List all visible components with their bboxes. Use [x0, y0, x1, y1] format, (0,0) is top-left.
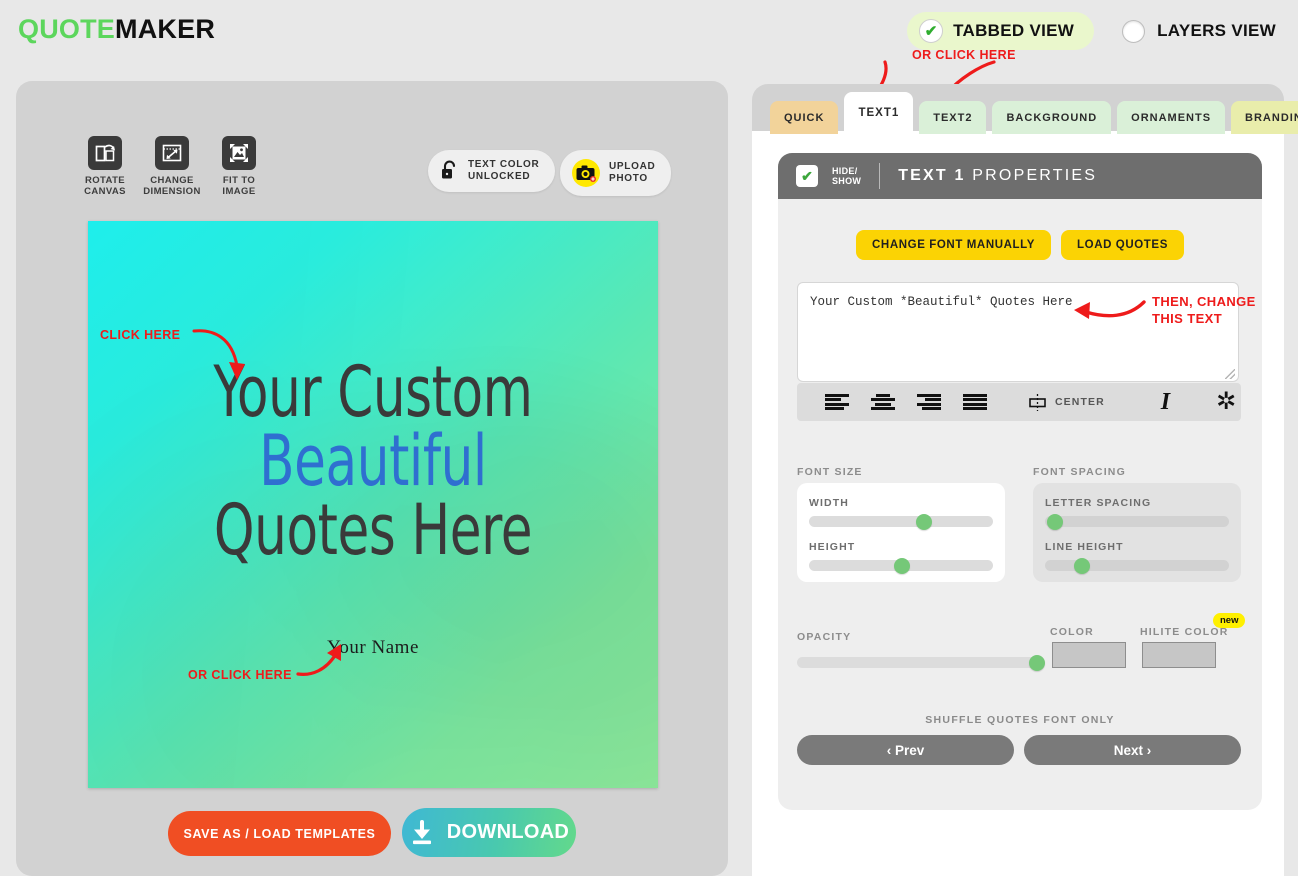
- quote-textarea-value: Your Custom *Beautiful* Quotes Here: [810, 295, 1073, 309]
- opacity-label: OPACITY: [797, 631, 852, 643]
- italic-icon[interactable]: I: [1161, 389, 1170, 416]
- height-slider-label: HEIGHT: [809, 541, 856, 553]
- tool-fit-to-image-label: FIT TO IMAGE: [222, 175, 256, 197]
- change-dimension-icon: [155, 136, 189, 170]
- font-action-row: CHANGE FONT MANUALLY LOAD QUOTES: [778, 230, 1262, 260]
- tool-change-dimension-label: CHANGE DIMENSION: [143, 175, 201, 197]
- line-height-slider-label: LINE HEIGHT: [1045, 541, 1124, 553]
- page-title: QUOTEMAKER: [18, 14, 215, 45]
- tab-quick[interactable]: QUICK: [770, 101, 839, 134]
- hint-then-change-text: THEN, CHANGE THIS TEXT: [1152, 294, 1256, 326]
- text-color-lock-button[interactable]: TEXT COLOR UNLOCKED: [428, 150, 556, 192]
- properties-header: ✔ HIDE/SHOW TEXT 1 PROPERTIES: [778, 153, 1262, 199]
- letter-spacing-slider-knob[interactable]: [1046, 513, 1063, 530]
- save-load-templates-button[interactable]: SAVE AS / LOAD TEMPLATES: [168, 811, 391, 856]
- hilite-color-swatch[interactable]: [1142, 642, 1216, 668]
- asterisk-icon[interactable]: ✲: [1216, 390, 1236, 414]
- canvas-tools: ROTATE CANVAS CHANGE DIMENSION FIT TO IM…: [82, 136, 262, 197]
- tab-text1[interactable]: TEXT1: [844, 92, 914, 134]
- canvas-signature-text[interactable]: Your Name: [88, 637, 658, 659]
- align-center-icon[interactable]: [871, 394, 895, 410]
- font-size-section-label: FONT SIZE: [797, 466, 863, 478]
- header-divider: [879, 163, 881, 189]
- align-left-icon[interactable]: [825, 394, 849, 410]
- color-swatch[interactable]: [1052, 642, 1126, 668]
- quote-line-3: Quotes Here: [213, 489, 533, 571]
- shuffle-label: SHUFFLE QUOTES FONT ONLY: [925, 714, 1115, 726]
- layers-view-toggle[interactable]: LAYERS VIEW: [1122, 19, 1276, 43]
- prev-button[interactable]: ‹ Prev: [797, 735, 1014, 765]
- hint-or-click-here-canvas: OR CLICK HERE: [188, 668, 292, 682]
- height-slider[interactable]: [809, 557, 993, 574]
- app-root: QUOTEMAKER ✔ TABBED VIEW LAYERS VIEW OR …: [0, 0, 1298, 876]
- arrow-click-here-icon: [192, 329, 245, 380]
- properties-title-light: PROPERTIES: [972, 167, 1098, 184]
- properties-tabs: QUICK TEXT1 TEXT2 BACKGROUND ORNAMENTS B…: [770, 92, 1298, 134]
- text-align-toolbar: CENTER I ✲: [797, 383, 1241, 421]
- hide-show-checkbox[interactable]: ✔: [796, 165, 818, 187]
- tool-fit-to-image[interactable]: FIT TO IMAGE: [216, 136, 262, 197]
- line-height-slider[interactable]: [1045, 557, 1229, 574]
- properties-title: TEXT 1 PROPERTIES: [898, 167, 1097, 185]
- hide-show-label: HIDE/SHOW: [832, 166, 862, 186]
- width-slider-knob[interactable]: [915, 513, 932, 530]
- tabbed-view-toggle[interactable]: ✔ TABBED VIEW: [907, 12, 1095, 50]
- layers-view-label: LAYERS VIEW: [1157, 21, 1276, 40]
- align-right-icon[interactable]: [917, 394, 941, 410]
- arrow-or-click-here-icon: [296, 644, 341, 676]
- letter-spacing-slider[interactable]: [1045, 513, 1229, 530]
- unlock-icon: [442, 160, 456, 179]
- tab-background[interactable]: BACKGROUND: [992, 101, 1112, 134]
- hint-click-here: CLICK HERE: [100, 328, 181, 342]
- change-font-manually-button[interactable]: CHANGE FONT MANUALLY: [856, 230, 1052, 260]
- tab-branding[interactable]: BRANDING: [1231, 101, 1298, 134]
- upload-photo-label: UPLOAD PHOTO: [609, 161, 656, 184]
- align-justify-icon[interactable]: [963, 394, 987, 410]
- line-height-slider-knob[interactable]: [1074, 557, 1091, 574]
- color-label: COLOR: [1050, 626, 1094, 638]
- height-slider-knob[interactable]: [893, 557, 910, 574]
- opacity-slider-knob[interactable]: [1028, 654, 1045, 671]
- tab-text2[interactable]: TEXT2: [919, 101, 987, 134]
- font-spacing-card: LETTER SPACING LINE HEIGHT: [1033, 483, 1241, 582]
- resize-grip-icon[interactable]: [1225, 369, 1235, 379]
- quote-line-2: Beautiful: [259, 420, 487, 502]
- download-button[interactable]: DOWNLOAD: [402, 808, 576, 857]
- view-mode-toggle-group: ✔ TABBED VIEW LAYERS VIEW: [907, 12, 1276, 50]
- vertical-align-control[interactable]: CENTER: [1027, 394, 1105, 411]
- font-size-card: WIDTH HEIGHT: [797, 483, 1005, 582]
- next-button[interactable]: Next ›: [1024, 735, 1241, 765]
- tool-rotate-canvas-label: ROTATE CANVAS: [84, 175, 126, 197]
- width-slider[interactable]: [809, 513, 993, 530]
- tabbed-view-label: TABBED VIEW: [953, 21, 1075, 40]
- upload-photo-button[interactable]: UPLOAD PHOTO: [560, 150, 672, 196]
- vertical-align-label: CENTER: [1055, 396, 1105, 408]
- tool-change-dimension[interactable]: CHANGE DIMENSION: [143, 136, 200, 197]
- radio-icon: [1122, 19, 1146, 43]
- font-spacing-section-label: FONT SPACING: [1033, 466, 1126, 478]
- hilite-color-label: HILITE COLOR: [1140, 626, 1229, 638]
- width-slider-label: WIDTH: [809, 497, 849, 509]
- quote-canvas[interactable]: Your Custom Beautiful Quotes Here Your N…: [88, 221, 658, 788]
- new-badge: new: [1213, 613, 1246, 628]
- fit-to-image-icon: [222, 136, 256, 170]
- rotate-canvas-icon: [88, 136, 122, 170]
- properties-title-bold: TEXT 1: [898, 167, 966, 184]
- letter-spacing-slider-label: LETTER SPACING: [1045, 497, 1152, 509]
- tool-rotate-canvas[interactable]: ROTATE CANVAS: [82, 136, 128, 197]
- arrow-then-change-icon: [1074, 300, 1146, 319]
- app-title-quote: QUOTE: [18, 14, 116, 44]
- load-quotes-button[interactable]: LOAD QUOTES: [1061, 230, 1184, 260]
- check-icon: ✔: [919, 19, 944, 43]
- camera-icon: [572, 159, 600, 187]
- download-label: DOWNLOAD: [446, 821, 570, 843]
- tab-ornaments[interactable]: ORNAMENTS: [1117, 101, 1226, 134]
- text-color-label: TEXT COLOR UNLOCKED: [468, 159, 540, 182]
- app-title-maker: MAKER: [115, 14, 216, 44]
- opacity-slider[interactable]: [797, 654, 1045, 671]
- download-icon: [412, 819, 431, 844]
- vertical-center-icon: [1027, 394, 1048, 411]
